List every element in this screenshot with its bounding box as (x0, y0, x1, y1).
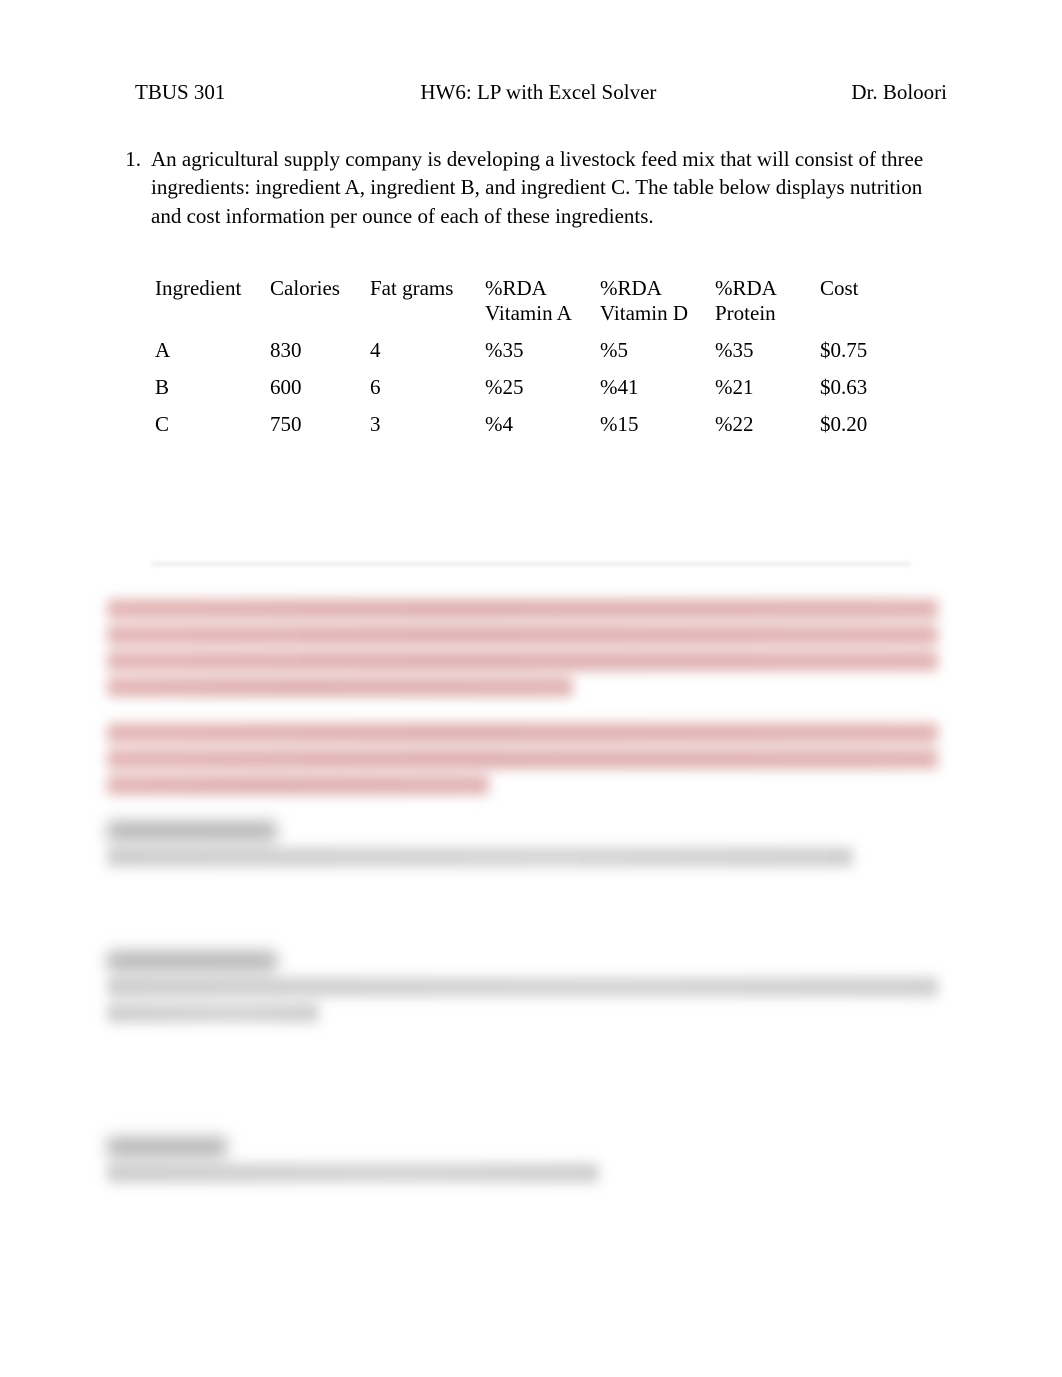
blurred-gap (107, 893, 955, 951)
question-number: 1. (115, 145, 141, 173)
blurred-line (107, 1163, 599, 1183)
blurred-divider (151, 563, 911, 565)
document-page: TBUS 301 HW6: LP with Excel Solver Dr. B… (0, 0, 1062, 1269)
cell-protein: %22 (711, 406, 816, 443)
blurred-line (107, 599, 938, 619)
cell-fat: 3 (366, 406, 481, 443)
cell-protein: %21 (711, 369, 816, 406)
th-calories: Calories (266, 270, 366, 332)
blurred-paragraph (107, 599, 955, 697)
header-course: TBUS 301 (105, 80, 225, 105)
th-protein-line1: %RDA (715, 276, 777, 300)
cell-vitamin-a: %35 (481, 332, 596, 369)
blurred-heading (107, 951, 277, 971)
th-protein-line2: Protein (715, 301, 776, 325)
cell-cost: $0.75 (816, 332, 911, 369)
nutrition-table-wrap: Ingredient Calories Fat grams %RDA Vitam… (151, 270, 957, 443)
header-title: HW6: LP with Excel Solver (225, 80, 851, 105)
table-row: A 830 4 %35 %5 %35 $0.75 (151, 332, 911, 369)
cell-vitamin-d: %15 (596, 406, 711, 443)
th-vitamin-a-line2: Vitamin A (485, 301, 572, 325)
cell-vitamin-a: %25 (481, 369, 596, 406)
blurred-line (107, 977, 938, 997)
blurred-line (107, 723, 938, 743)
th-vitamin-a: %RDA Vitamin A (481, 270, 596, 332)
th-cost: Cost (816, 270, 911, 332)
cell-vitamin-d: %5 (596, 332, 711, 369)
cell-ingredient: A (151, 332, 266, 369)
cell-cost: $0.20 (816, 406, 911, 443)
table-row: B 600 6 %25 %41 %21 $0.63 (151, 369, 911, 406)
question-1: 1. An agricultural supply company is dev… (115, 145, 957, 230)
cell-fat: 6 (366, 369, 481, 406)
blurred-content-region (105, 563, 957, 1183)
cell-ingredient: B (151, 369, 266, 406)
blurred-heading (107, 1137, 227, 1157)
cell-vitamin-d: %41 (596, 369, 711, 406)
blurred-line (107, 749, 938, 769)
blurred-line (107, 625, 938, 645)
blurred-line (107, 847, 853, 867)
question-text: An agricultural supply company is develo… (151, 145, 957, 230)
th-protein: %RDA Protein (711, 270, 816, 332)
blurred-heading (107, 821, 277, 841)
blurred-paragraph (107, 1137, 955, 1183)
cell-calories: 750 (266, 406, 366, 443)
cell-vitamin-a: %4 (481, 406, 596, 443)
cell-ingredient: C (151, 406, 266, 443)
th-vitamin-d: %RDA Vitamin D (596, 270, 711, 332)
th-fat: Fat grams (366, 270, 481, 332)
table-header-row: Ingredient Calories Fat grams %RDA Vitam… (151, 270, 911, 332)
th-vitamin-a-line1: %RDA (485, 276, 547, 300)
cell-protein: %35 (711, 332, 816, 369)
blurred-gap (107, 1049, 955, 1137)
nutrition-table: Ingredient Calories Fat grams %RDA Vitam… (151, 270, 911, 443)
blurred-line (107, 677, 573, 697)
page-header: TBUS 301 HW6: LP with Excel Solver Dr. B… (105, 80, 957, 105)
blurred-line (107, 1003, 319, 1023)
cell-cost: $0.63 (816, 369, 911, 406)
blurred-paragraph (107, 723, 955, 795)
th-vitamin-d-line1: %RDA (600, 276, 662, 300)
cell-fat: 4 (366, 332, 481, 369)
cell-calories: 600 (266, 369, 366, 406)
cell-calories: 830 (266, 332, 366, 369)
table-row: C 750 3 %4 %15 %22 $0.20 (151, 406, 911, 443)
blurred-paragraph (107, 951, 955, 1023)
header-author: Dr. Boloori (851, 80, 957, 105)
blurred-line (107, 775, 489, 795)
blurred-line (107, 651, 938, 671)
th-ingredient: Ingredient (151, 270, 266, 332)
th-vitamin-d-line2: Vitamin D (600, 301, 688, 325)
blurred-paragraph (107, 821, 955, 867)
